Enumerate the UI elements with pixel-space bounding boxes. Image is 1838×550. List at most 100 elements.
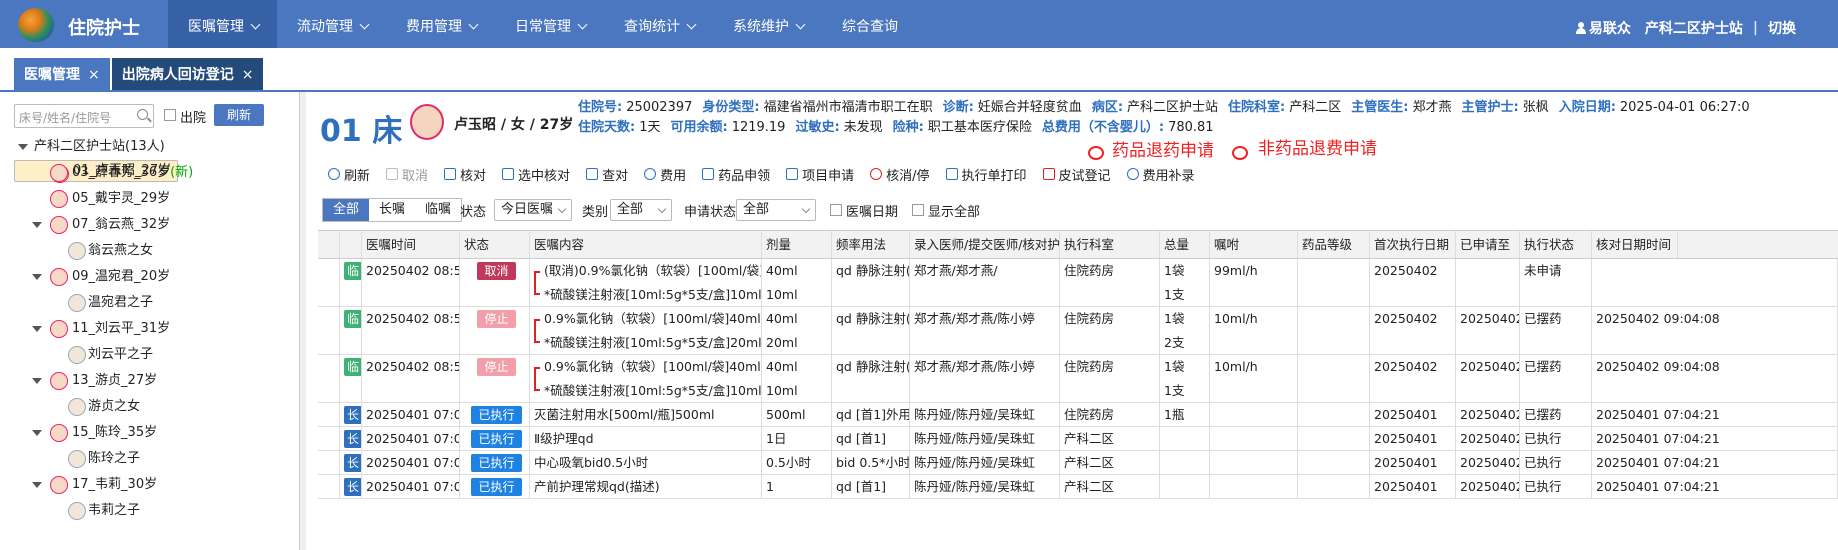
table-cell[interactable]: 20250402 <box>1456 475 1520 498</box>
nav-item[interactable]: 流动管理 <box>277 0 386 48</box>
table-cell[interactable]: 20250402 <box>1456 427 1520 450</box>
table-cell[interactable]: 已执行 <box>460 475 530 498</box>
table-cell[interactable]: 40ml 10ml <box>762 355 832 402</box>
table-cell[interactable]: qd 静脉注射(推 <box>832 307 910 354</box>
table-cell[interactable]: 陈丹娅/陈丹娅/吴珠虹 <box>910 403 1060 426</box>
table-cell[interactable]: 20250402 <box>1456 403 1520 426</box>
tree-patient[interactable]: 17_韦莉_30岁 <box>14 472 300 498</box>
fee-button[interactable]: 费用 <box>644 160 686 188</box>
table-cell[interactable]: (取消)0.9%氯化钠（软袋）[100ml/袋]40ml99 *硫酸镁注射液[10… <box>530 259 762 306</box>
table-cell[interactable]: 20250401 07:01:21 <box>362 475 460 498</box>
header-cell[interactable]: 嘱咐 <box>1210 231 1298 258</box>
refresh-button[interactable]: 刷新 <box>214 104 264 126</box>
table-cell[interactable] <box>1298 259 1370 306</box>
header-cell[interactable] <box>318 231 340 258</box>
table-cell[interactable] <box>1298 403 1370 426</box>
header-cell[interactable]: 首次执行日期 <box>1370 231 1456 258</box>
table-cell[interactable]: 郑才燕/郑才燕/ <box>910 259 1060 306</box>
header-cell[interactable]: 执行状态 <box>1520 231 1592 258</box>
table-cell[interactable]: 20250401 07:04:21 <box>1592 451 1838 474</box>
close-icon[interactable]: × <box>242 67 254 83</box>
tree-patient[interactable]: 15_陈玲_35岁 <box>14 420 300 446</box>
table-cell[interactable] <box>1210 475 1298 498</box>
table-cell[interactable]: 已摆药 <box>1520 307 1592 354</box>
table-cell[interactable] <box>1456 259 1520 306</box>
table-row[interactable]: 长 20250401 07:01:21 已执行灭菌注射用水[500ml/瓶]500m… <box>318 403 1838 427</box>
table-cell[interactable]: 1袋 1支 <box>1160 355 1210 402</box>
table-cell[interactable]: 已执行 <box>1520 475 1592 498</box>
table-cell[interactable] <box>1298 307 1370 354</box>
tab-1[interactable]: 出院病人回访登记 × <box>111 58 264 92</box>
table-row[interactable]: 临 20250402 08:55:38 停止 0.9%氯化钠（软袋）[100ml/袋]… <box>318 307 1838 355</box>
nav-item[interactable]: 系统维护 <box>713 0 822 48</box>
table-cell[interactable]: 20250402 08:55:38 <box>362 307 460 354</box>
table-cell[interactable] <box>1160 475 1210 498</box>
table-cell[interactable]: 取消 <box>460 259 530 306</box>
fee-supplement-button[interactable]: 费用补录 <box>1126 160 1195 188</box>
table-cell[interactable]: 住院药房 <box>1060 403 1160 426</box>
table-cell[interactable]: 灭菌注射用水[500ml/瓶]500ml <box>530 403 762 426</box>
table-cell[interactable]: 中心吸氧bid0.5小时 <box>530 451 762 474</box>
print-button[interactable]: 执行单打印 <box>945 160 1027 188</box>
status-select[interactable]: 今日医嘱 <box>494 199 572 221</box>
nav-item[interactable]: 综合查询 <box>822 0 916 48</box>
tree-baby[interactable]: 刘云平之子 <box>14 342 300 368</box>
expand-icon[interactable] <box>32 274 42 280</box>
table-cell[interactable]: 1袋 2支 <box>1160 307 1210 354</box>
tree-patient[interactable]: 07_翁云燕_32岁 <box>14 212 300 238</box>
table-cell[interactable]: 20250402 08:55:38 <box>362 355 460 402</box>
table-cell[interactable]: 已执行 <box>460 403 530 426</box>
table-cell[interactable]: 20250401 <box>1370 427 1456 450</box>
table-cell[interactable]: 已摆药 <box>1520 403 1592 426</box>
tree-baby[interactable]: 陈玲之子 <box>14 446 300 472</box>
show-all-checkbox[interactable] <box>912 204 924 216</box>
table-cell[interactable]: Ⅱ级护理qd <box>530 427 762 450</box>
table-cell[interactable] <box>1298 451 1370 474</box>
table-cell[interactable]: qd 静脉注射(推 <box>832 355 910 402</box>
nav-item[interactable]: 费用管理 <box>386 0 495 48</box>
table-cell[interactable]: 40ml 10ml <box>762 259 832 306</box>
expand-icon[interactable] <box>32 430 42 436</box>
expand-icon[interactable] <box>32 482 42 488</box>
table-cell[interactable]: 20250401 07:04:21 <box>1592 427 1838 450</box>
table-cell[interactable]: 20250401 07:04:21 <box>1592 475 1838 498</box>
table-cell[interactable]: 20250402 <box>1456 307 1520 354</box>
table-cell[interactable] <box>1210 427 1298 450</box>
discharged-checkbox[interactable] <box>164 109 176 121</box>
table-cell[interactable]: 住院药房 <box>1060 307 1160 354</box>
table-cell[interactable]: 停止 <box>460 355 530 402</box>
table-row[interactable]: 长20250401 07:01:21已执行中心吸氧bid0.5小时0.5小时bi… <box>318 451 1838 475</box>
check-button[interactable]: 核对 <box>444 160 486 188</box>
expand-icon[interactable] <box>32 222 42 228</box>
apply-status-select[interactable]: 全部 <box>736 199 816 221</box>
table-cell[interactable]: 停止 <box>460 307 530 354</box>
header-cell[interactable]: 频率用法 <box>832 231 910 258</box>
tree-patient[interactable]: 11_刘云平_31岁 <box>14 316 300 342</box>
table-cell[interactable]: 20250402 09:04:08 <box>1592 307 1838 354</box>
table-cell[interactable]: bid 0.5*小时 [首 <box>832 451 910 474</box>
seg-temp[interactable]: 临嘱 <box>415 199 461 221</box>
table-row[interactable]: 临 20250402 08:55:38 停止 0.9%氯化钠（软袋）[100ml/袋]… <box>318 355 1838 403</box>
table-cell[interactable]: 陈丹娅/陈丹娅/吴珠虹 <box>910 451 1060 474</box>
table-cell[interactable]: 40ml 20ml <box>762 307 832 354</box>
table-row[interactable]: 长20250401 07:01:21已执行产前护理常规qd(描述)1qd [首1… <box>318 475 1838 499</box>
table-cell[interactable]: 已执行 <box>1520 427 1592 450</box>
search-icon[interactable] <box>137 109 148 120</box>
table-cell[interactable] <box>1592 259 1838 306</box>
table-cell[interactable] <box>1298 355 1370 402</box>
table-cell[interactable]: 已执行 <box>460 427 530 450</box>
table-cell[interactable]: 20250402 <box>1456 355 1520 402</box>
table-row[interactable]: 临 20250402 08:55:38 取消 (取消)0.9%氯化钠（软袋）[100m… <box>318 259 1838 307</box>
table-cell[interactable]: 郑才燕/郑才燕/陈小婷 <box>910 307 1060 354</box>
header-cell[interactable]: 医嘱时间 <box>362 231 460 258</box>
user-name[interactable]: 易联众 <box>1589 18 1631 38</box>
table-cell[interactable]: 已执行 <box>1520 451 1592 474</box>
table-cell[interactable] <box>1160 451 1210 474</box>
table-cell[interactable]: qd [首1] <box>832 475 910 498</box>
table-cell[interactable]: 20250401 07:01:21 <box>362 403 460 426</box>
table-cell[interactable]: 陈丹娅/陈丹娅/吴珠虹 <box>910 475 1060 498</box>
tree-patient[interactable]: 13_游贞_27岁 <box>14 368 300 394</box>
table-cell[interactable]: 郑才燕/郑才燕/陈小婷 <box>910 355 1060 402</box>
check-selected-button[interactable]: 选中核对 <box>502 160 570 188</box>
table-cell[interactable] <box>1210 451 1298 474</box>
